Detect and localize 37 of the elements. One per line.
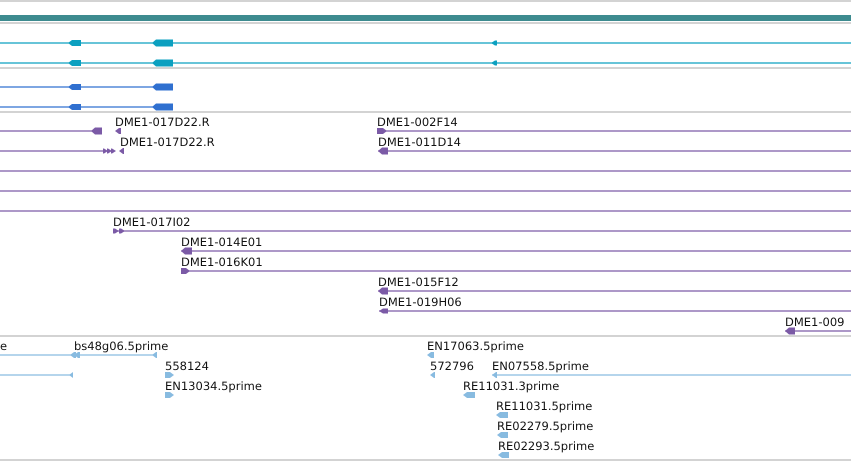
feature-label: DME1-002F14 — [377, 115, 458, 129]
feature-glyph[interactable] — [377, 128, 851, 134]
feature-glyph[interactable] — [378, 288, 851, 294]
feature-glyph[interactable] — [378, 148, 851, 154]
feature-label: EN13034.5prime — [165, 379, 262, 393]
feature-label: DME1-017D22.R — [120, 135, 215, 149]
feature-label: 558124 — [165, 359, 209, 373]
feature-label: 572796 — [430, 359, 474, 373]
feature-label: DME1-011D14 — [378, 135, 461, 149]
feature-label: DME1-017I02 — [113, 215, 190, 229]
feature-label: e — [0, 339, 8, 353]
feature-glyph[interactable] — [0, 84, 173, 90]
feature-glyph[interactable] — [0, 148, 116, 154]
feature-glyph[interactable] — [0, 60, 851, 66]
feature-glyph[interactable] — [0, 40, 851, 46]
feature-glyph[interactable] — [785, 328, 851, 334]
feature-label: DME1-009 — [785, 315, 844, 329]
feature-label: DME1-019H06 — [379, 295, 462, 309]
feature-label: RE11031.3prime — [463, 379, 560, 393]
feature-glyph[interactable] — [0, 104, 173, 110]
feature-label: DME1-017D22.R — [115, 115, 210, 129]
feature-label: EN17063.5prime — [427, 339, 524, 353]
feature-label: bs48g06.5prime — [74, 339, 168, 353]
feature-glyph[interactable] — [0, 128, 102, 134]
feature-label: EN07558.5prime — [492, 359, 589, 373]
feature-label: DME1-014E01 — [181, 235, 262, 249]
feature-glyph[interactable] — [181, 248, 851, 254]
feature-glyph[interactable] — [115, 128, 121, 134]
feature-glyph[interactable] — [379, 308, 851, 314]
feature-label: DME1-015F12 — [378, 275, 459, 289]
feature-glyph[interactable] — [181, 268, 851, 274]
feature-label: DME1-016K01 — [181, 255, 263, 269]
feature-glyph[interactable] — [119, 148, 124, 154]
feature-label: RE02293.5prime — [498, 439, 594, 453]
feature-label: RE02279.5prime — [497, 419, 594, 433]
feature-glyph[interactable] — [113, 228, 851, 234]
feature-label: RE11031.5prime — [496, 399, 592, 413]
